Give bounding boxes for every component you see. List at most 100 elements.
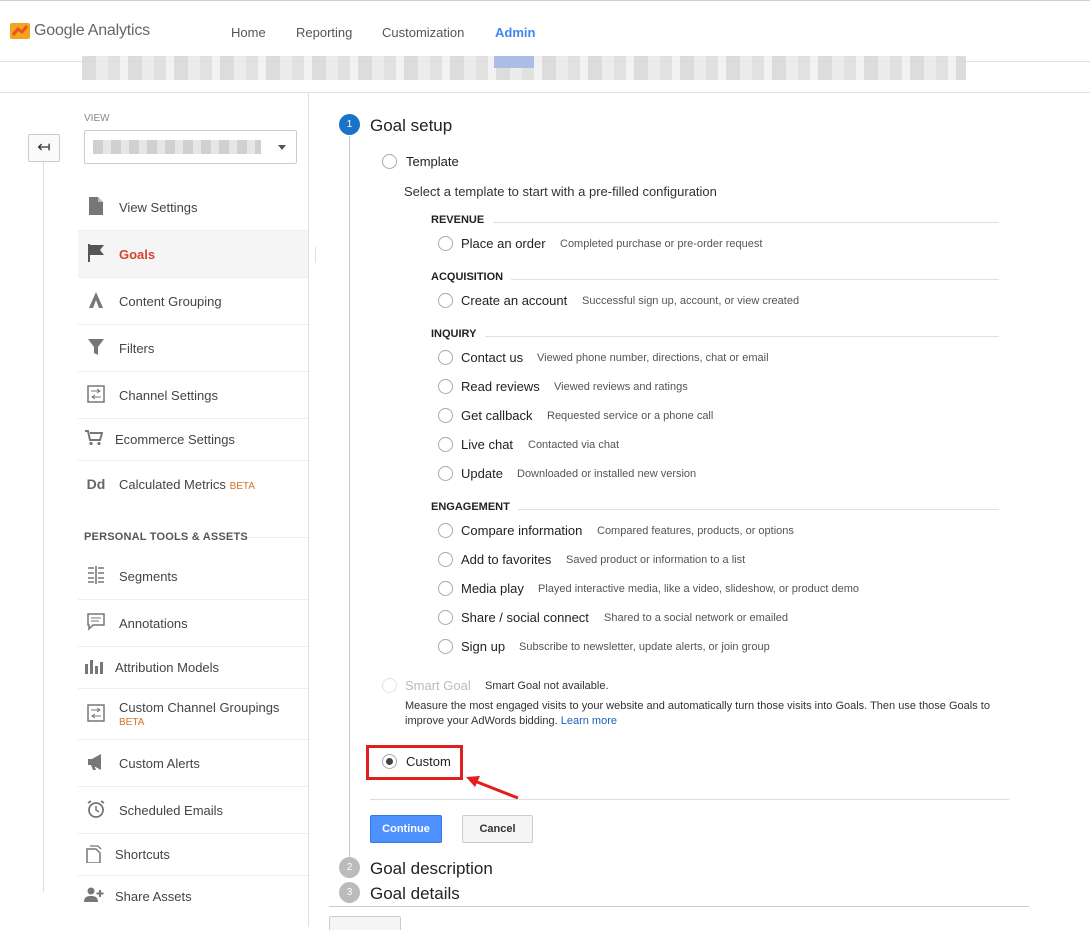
option-place-an-order[interactable]: Place an order: [461, 236, 546, 251]
account-breadcrumb-redacted-accent: [494, 56, 534, 68]
cart-icon: [84, 430, 104, 450]
content-grouping-icon: [86, 291, 106, 311]
option-contact-us[interactable]: Contact us: [461, 350, 523, 365]
option-live-chat[interactable]: Live chat: [461, 437, 513, 452]
option-description: Completed purchase or pre-order request: [560, 238, 763, 250]
flag-icon: [86, 244, 106, 264]
sidebar-item-label: Content Grouping: [119, 294, 222, 309]
option-description: Saved product or information to a list: [566, 554, 746, 566]
segments-icon: [86, 566, 106, 586]
option-description: Shared to a social network or emailed: [604, 612, 789, 624]
option-add-to-favorites[interactable]: Add to favorites: [461, 552, 551, 567]
option-radio[interactable]: [438, 523, 453, 538]
sidebar-item-label: Calculated Metrics BETA: [119, 477, 255, 492]
sidebar-item-label: Custom Alerts: [119, 756, 200, 771]
option-radio[interactable]: [438, 437, 453, 452]
sidebar-item-annotations[interactable]: Annotations: [78, 600, 308, 647]
option-description: Viewed reviews and ratings: [554, 381, 688, 393]
sidebar-item-view-settings[interactable]: View Settings: [78, 184, 308, 231]
calculated-metrics-label: Calculated Metrics: [119, 477, 226, 492]
sidebar-item-scheduled-emails[interactable]: Scheduled Emails: [78, 787, 308, 834]
step-2-title[interactable]: Goal description: [370, 859, 493, 879]
option-radio[interactable]: [438, 293, 453, 308]
sidebar-item-label: Attribution Models: [115, 660, 220, 675]
smart-goal-description-2-text: improve your AdWords bidding.: [405, 715, 558, 727]
smart-goal-description-2: improve your AdWords bidding. Learn more: [405, 715, 617, 727]
sidebar-item-goals[interactable]: Goals: [78, 231, 308, 278]
sidebar-item-custom-alerts[interactable]: Custom Alerts: [78, 740, 308, 787]
megaphone-icon: [86, 753, 106, 773]
step-1-title[interactable]: Goal setup: [370, 116, 452, 136]
option-compare-information[interactable]: Compare information: [461, 523, 582, 538]
category-divider: [511, 279, 999, 280]
step-3-badge: 3: [339, 882, 360, 903]
option-radio[interactable]: [438, 466, 453, 481]
option-read-reviews[interactable]: Read reviews: [461, 379, 540, 394]
option-description: Successful sign up, account, or view cre…: [582, 295, 800, 307]
sidebar-item-label: Segments: [119, 569, 178, 584]
nav-admin[interactable]: Admin: [495, 25, 535, 40]
sidebar-item-filters[interactable]: Filters: [78, 325, 308, 372]
step-1-badge: 1: [339, 114, 360, 135]
sidebar-item-content-grouping[interactable]: Content Grouping: [78, 278, 308, 325]
sidebar-item-label: Custom Channel Groupings: [119, 700, 280, 715]
option-radio[interactable]: [438, 408, 453, 423]
sidebar-item-label: Ecommerce Settings: [115, 432, 235, 447]
step-3-title[interactable]: Goal details: [370, 884, 460, 904]
category-acquisition: ACQUISITION: [431, 271, 504, 283]
option-radio[interactable]: [438, 236, 453, 251]
option-description: Requested service or a phone call: [547, 410, 714, 422]
category-inquiry: INQUIRY: [431, 328, 477, 340]
google-analytics-logo-icon[interactable]: [10, 21, 30, 41]
personal-tools-heading: PERSONAL TOOLS & ASSETS: [84, 531, 248, 543]
category-divider: [493, 222, 999, 223]
sidebar-item-label: Share Assets: [115, 889, 192, 904]
sidebar-item-share-assets[interactable]: Share Assets: [78, 876, 308, 918]
alarm-clock-icon: [86, 800, 106, 820]
option-radio[interactable]: [438, 552, 453, 567]
top-bar: Google Analytics Home Reporting Customiz…: [0, 0, 1090, 62]
sidebar-item-attribution-models[interactable]: Attribution Models: [78, 647, 308, 689]
steps-connector: [349, 136, 350, 860]
nav-home[interactable]: Home: [231, 25, 266, 40]
option-get-callback[interactable]: Get callback: [461, 408, 533, 423]
steps-end-divider: [329, 906, 1029, 907]
option-radio[interactable]: [438, 639, 453, 654]
option-update[interactable]: Update: [461, 466, 503, 481]
dd-icon: Dd: [86, 476, 106, 492]
option-share-social-connect[interactable]: Share / social connect: [461, 610, 589, 625]
template-label[interactable]: Template: [406, 154, 459, 169]
template-radio[interactable]: [382, 154, 397, 169]
smart-goal-radio: [382, 678, 397, 693]
option-radio[interactable]: [438, 581, 453, 596]
view-selector[interactable]: [84, 130, 297, 164]
sidebar-item-label: Channel Settings: [119, 388, 219, 403]
sidebar-item-calculated-metrics[interactable]: Dd Calculated Metrics BETA: [78, 461, 308, 508]
option-sign-up[interactable]: Sign up: [461, 639, 505, 654]
sidebar-item-segments[interactable]: Segments: [78, 553, 308, 600]
option-radio[interactable]: [438, 610, 453, 625]
option-create-an-account[interactable]: Create an account: [461, 293, 567, 308]
smart-goal-description: Measure the most engaged visits to your …: [405, 700, 990, 712]
learn-more-link[interactable]: Learn more: [561, 715, 617, 727]
back-button[interactable]: ↤: [28, 134, 60, 162]
nav-customization[interactable]: Customization: [382, 25, 464, 40]
option-media-play[interactable]: Media play: [461, 581, 524, 596]
cancel-button[interactable]: Cancel: [462, 815, 533, 843]
sidebar-item-custom-channel-groupings[interactable]: Custom Channel Groupings BETA: [78, 689, 308, 740]
option-radio[interactable]: [438, 350, 453, 365]
option-description: Subscribe to newsletter, update alerts, …: [519, 641, 770, 653]
continue-button[interactable]: Continue: [370, 815, 442, 843]
category-divider: [485, 336, 999, 337]
option-description: Played interactive media, like a video, …: [538, 583, 860, 595]
annotation-icon: [86, 613, 106, 633]
nav-reporting[interactable]: Reporting: [296, 25, 352, 40]
sidebar-divider: [308, 93, 309, 927]
brand-name[interactable]: Google Analytics: [34, 22, 150, 40]
sidebar-item-shortcuts[interactable]: Shortcuts: [78, 834, 308, 876]
option-radio[interactable]: [438, 379, 453, 394]
sidebar-item-ecommerce-settings[interactable]: Ecommerce Settings: [78, 419, 308, 461]
section-divider: [248, 537, 308, 538]
sidebar-item-channel-settings[interactable]: Channel Settings: [78, 372, 308, 419]
partial-button[interactable]: [329, 916, 401, 930]
